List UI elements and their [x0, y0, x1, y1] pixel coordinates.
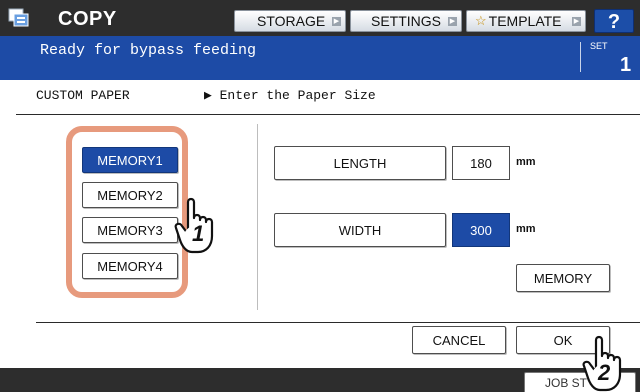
- callout-number-1: 1: [192, 221, 205, 246]
- memory-button[interactable]: MEMORY: [516, 264, 610, 292]
- divider: [16, 114, 640, 115]
- length-unit: mm: [516, 156, 536, 168]
- copy-icon: [8, 8, 29, 27]
- app-title: COPY: [58, 8, 117, 30]
- instruction-hint: ▶ Enter the Paper Size: [204, 88, 376, 103]
- memory2-button[interactable]: MEMORY2: [82, 182, 178, 208]
- divider: [36, 322, 640, 323]
- settings-label: SETTINGS: [371, 13, 442, 29]
- template-label: TEMPLATE: [488, 13, 562, 29]
- star-icon: ☆: [475, 13, 487, 28]
- set-label: SET: [590, 41, 608, 51]
- memory4-button[interactable]: MEMORY4: [82, 253, 178, 279]
- width-value[interactable]: 300: [452, 213, 510, 247]
- template-button[interactable]: ☆ TEMPLATE ▶: [466, 10, 586, 32]
- length-button[interactable]: LENGTH: [274, 146, 446, 180]
- vertical-divider: [257, 124, 258, 310]
- memory1-button[interactable]: MEMORY1: [82, 147, 178, 173]
- page-title: CUSTOM PAPER: [36, 88, 130, 103]
- arrow-icon: ▶: [448, 17, 457, 26]
- memory3-button[interactable]: MEMORY3: [82, 217, 178, 243]
- cancel-button[interactable]: CANCEL: [412, 326, 506, 354]
- arrow-icon: ▶: [572, 17, 581, 26]
- custom-paper-panel: CUSTOM PAPER ▶ Enter the Paper Size MEMO…: [16, 80, 640, 368]
- callout-number-2: 2: [598, 360, 611, 385]
- arrow-icon: ▶: [332, 17, 341, 26]
- length-value[interactable]: 180: [452, 146, 510, 180]
- set-count: 1: [620, 54, 632, 76]
- width-button[interactable]: WIDTH: [274, 213, 446, 247]
- top-bar: COPY STORAGE ▶ SETTINGS ▶ ☆ TEMPLATE ▶ ?: [0, 0, 640, 36]
- settings-button[interactable]: SETTINGS ▶: [350, 10, 462, 32]
- storage-label: STORAGE: [257, 13, 326, 29]
- divider: [580, 42, 581, 72]
- status-message: Ready for bypass feeding: [40, 42, 257, 59]
- status-bar: Ready for bypass feeding SET 1: [0, 36, 640, 80]
- help-button[interactable]: ?: [594, 9, 634, 33]
- storage-button[interactable]: STORAGE ▶: [234, 10, 346, 32]
- width-unit: mm: [516, 223, 536, 235]
